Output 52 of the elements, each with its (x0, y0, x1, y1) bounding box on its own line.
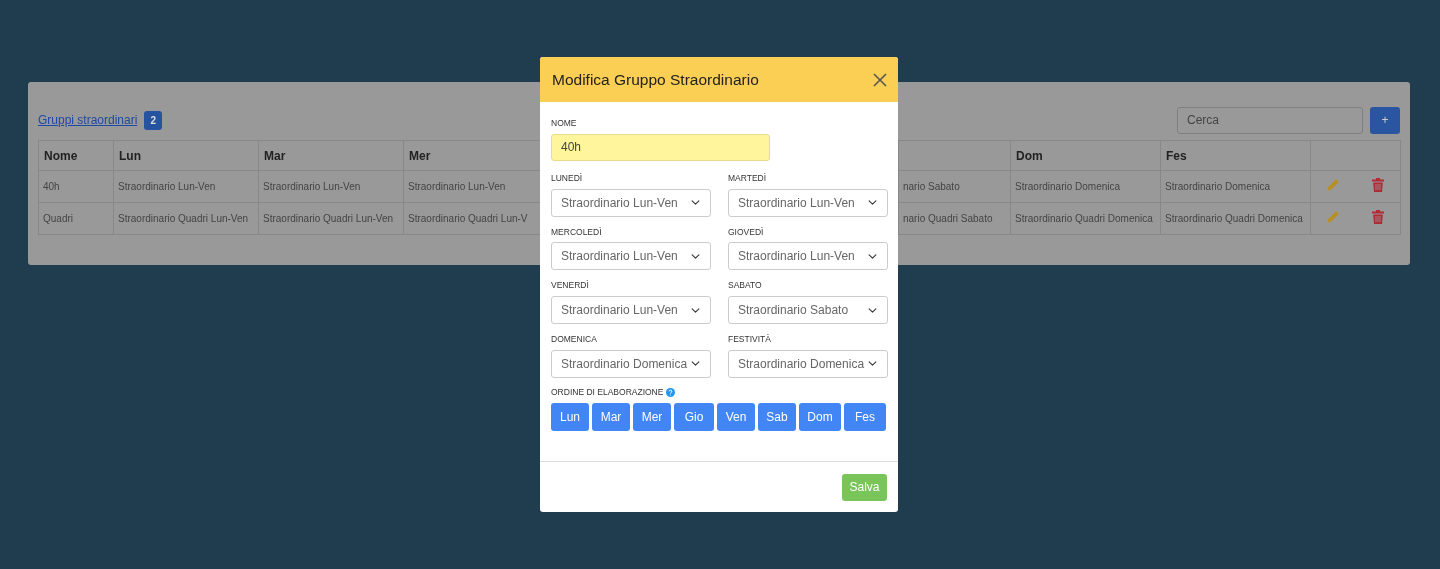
day-button[interactable]: Ven (717, 402, 755, 431)
table-cell: Straordinario Quadri Domenica (1160, 202, 1311, 235)
select-field[interactable]: Straordinario Lun-Ven (551, 188, 711, 217)
column-header: Nome (38, 140, 114, 171)
field-label: FESTIVITÀ (728, 333, 771, 346)
column-header: Mar (258, 140, 404, 171)
select-field[interactable]: Straordinario Lun-Ven (728, 242, 888, 271)
modal-title: Modifica Gruppo Straordinario (552, 69, 759, 90)
table-cell: Straordinario Domenica (1160, 170, 1311, 203)
day-button[interactable]: Sab (758, 402, 796, 431)
field-label: LUNEDÌ (551, 171, 583, 185)
help-icon (666, 387, 676, 397)
table-cell: Straordinario Quadri Lun-Ven (113, 202, 259, 235)
day-button[interactable]: Dom (799, 402, 841, 431)
day-button[interactable]: Mar (592, 402, 630, 431)
select-field[interactable]: Straordinario Lun-Ven (551, 296, 711, 324)
field-label: GIOVEDÌ (728, 225, 764, 239)
close-button[interactable] (872, 71, 888, 88)
table-cell: Quadri (38, 202, 114, 235)
select-field[interactable]: Straordinario Domenica (551, 349, 711, 378)
field-label: VENERDÌ (551, 279, 589, 292)
table-cell: Straordinario Lun-Ven (258, 170, 404, 203)
field-label: ORDINE DI ELABORAZIONE (551, 385, 664, 399)
table-cell: Straordinario Lun-Ven (113, 170, 259, 203)
day-button[interactable]: Gio (674, 402, 714, 431)
select-field[interactable]: Straordinario Sabato (728, 296, 888, 324)
day-button[interactable]: Lun (551, 402, 589, 431)
select-field[interactable]: Straordinario Lun-Ven (551, 242, 711, 271)
close-icon (872, 71, 888, 88)
name-field[interactable]: 40h (551, 133, 770, 161)
trash-icon[interactable] (1371, 209, 1384, 224)
day-button[interactable]: Fes (844, 402, 886, 431)
count-badge: 2 (144, 110, 162, 130)
trash-icon[interactable] (1371, 177, 1384, 192)
field-label: MARTEDÌ (728, 171, 767, 185)
field-label: DOMENICA (551, 333, 597, 346)
select-field[interactable]: Straordinario Domenica (728, 349, 888, 378)
select-field[interactable]: Straordinario Lun-Ven (728, 188, 888, 217)
table-cell: Straordinario Quadri Domenica (1010, 202, 1161, 235)
column-header: Dom (1010, 140, 1161, 171)
day-button[interactable]: Mer (633, 402, 671, 431)
table-cell: Straordinario Quadri Lun-Ven (258, 202, 404, 235)
field-label: SABATO (728, 279, 762, 292)
column-header: Lun (113, 140, 259, 171)
field-label: MERCOLEDÌ (551, 225, 602, 239)
title-link[interactable]: Gruppi straordinari (38, 111, 138, 129)
field-label: NOME (551, 117, 577, 130)
table-cell: Straordinario Domenica (1010, 170, 1161, 203)
add-button[interactable]: + (1370, 106, 1400, 134)
column-header: Fes (1160, 140, 1311, 171)
table-cell: 40h (38, 170, 114, 203)
search-field[interactable]: Cerca (1177, 106, 1363, 134)
